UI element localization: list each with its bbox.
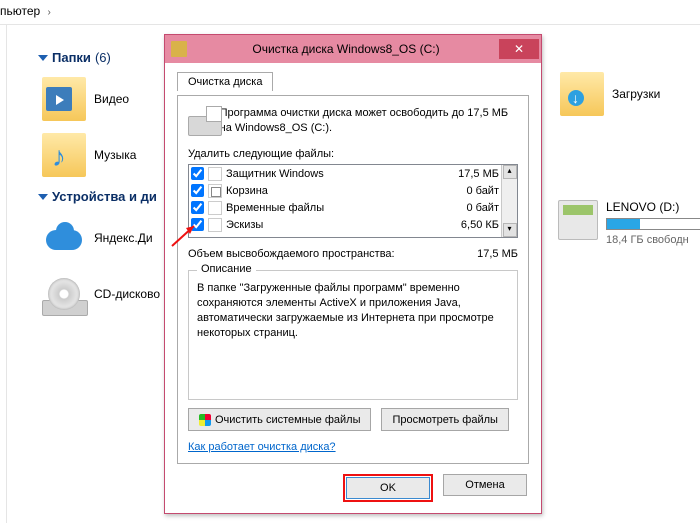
hard-drive-icon <box>558 200 598 240</box>
breadcrumb[interactable]: пьютер › <box>0 4 55 18</box>
cancel-button[interactable]: Отмена <box>443 474 527 496</box>
shield-icon <box>199 414 211 426</box>
description-box: Описание В папке "Загруженные файлы прог… <box>188 270 518 400</box>
folder-downloads-label: Загрузки <box>612 87 660 101</box>
item-cd-drive-label: CD-дисково <box>94 287 160 301</box>
disc-drive-icon <box>42 272 86 316</box>
file-size: 0 байт <box>466 185 499 197</box>
file-size: 6,50 КБ <box>461 219 499 231</box>
toolbar-divider <box>0 24 700 25</box>
tab-disk-cleanup[interactable]: Очистка диска <box>177 72 273 91</box>
video-folder-icon <box>42 77 86 121</box>
file-name: Эскизы <box>226 219 461 231</box>
close-button[interactable]: ✕ <box>499 39 539 59</box>
caret-down-icon <box>38 55 48 61</box>
file-list: Защитник Windows 17,5 МБ Корзина 0 байт … <box>188 164 518 238</box>
ok-highlight: OK <box>343 474 433 502</box>
drive-lenovo-d[interactable]: LENOVO (D:) 18,4 ГБ свободн <box>558 200 700 246</box>
list-item[interactable]: Эскизы 6,50 КБ <box>189 216 501 233</box>
nav-pane <box>0 25 7 523</box>
clean-system-files-button[interactable]: Очистить системные файлы <box>188 408 371 431</box>
view-files-button[interactable]: Просмотреть файлы <box>381 408 508 431</box>
breadcrumb-item: пьютер <box>0 4 40 18</box>
list-item[interactable]: Защитник Windows 17,5 МБ <box>189 165 501 182</box>
drive-usage-fill <box>607 219 640 229</box>
file-checkbox[interactable] <box>191 218 204 231</box>
caret-down-icon <box>38 194 48 200</box>
scrollbar[interactable]: ▴ ▾ <box>501 165 517 237</box>
ok-button[interactable]: OK <box>346 477 430 499</box>
file-name: Защитник Windows <box>226 168 458 180</box>
music-folder-icon <box>42 133 86 177</box>
list-item[interactable]: Временные файлы 0 байт <box>189 199 501 216</box>
group-devices-title: Устройства и ди <box>52 189 157 204</box>
file-size: 17,5 МБ <box>458 168 499 180</box>
scroll-up-icon[interactable]: ▴ <box>503 165 517 179</box>
drive-free-text: 18,4 ГБ свободн <box>606 234 700 246</box>
view-files-label: Просмотреть файлы <box>392 414 497 426</box>
item-yandex-disk-label: Яндекс.Ди <box>94 231 153 245</box>
file-icon <box>208 218 222 232</box>
intro-text: Программа очистки диска может освободить… <box>220 106 518 136</box>
file-checkbox[interactable] <box>191 201 204 214</box>
folder-video-label: Видео <box>94 92 129 106</box>
group-folders-title: Папки <box>52 50 91 65</box>
description-text: В папке "Загруженные файлы программ" вре… <box>197 281 509 340</box>
disk-cleanup-dialog: Очистка диска Windows8_OS (C:) ✕ Очистка… <box>164 34 542 514</box>
file-icon <box>208 201 222 215</box>
description-legend: Описание <box>197 263 256 275</box>
disk-cleanup-icon <box>171 41 187 57</box>
file-name: Корзина <box>226 185 466 197</box>
drive-usage-bar <box>606 218 700 230</box>
file-checkbox[interactable] <box>191 167 204 180</box>
total-value: 17,5 МБ <box>477 248 518 260</box>
file-size: 0 байт <box>466 202 499 214</box>
help-link[interactable]: Как работает очистка диска? <box>188 441 336 453</box>
recycle-bin-icon <box>208 184 222 198</box>
cloud-icon <box>42 216 86 260</box>
dialog-title: Очистка диска Windows8_OS (C:) <box>193 42 499 56</box>
chevron-right-icon: › <box>48 7 51 18</box>
file-name: Временные файлы <box>226 202 466 214</box>
downloads-folder-icon <box>560 72 604 116</box>
tab-panel: Программа очистки диска может освободить… <box>177 95 529 464</box>
scroll-down-icon[interactable]: ▾ <box>503 223 517 237</box>
list-item[interactable]: Корзина 0 байт <box>189 182 501 199</box>
group-folders-count: (6) <box>95 50 111 65</box>
dialog-titlebar[interactable]: Очистка диска Windows8_OS (C:) ✕ <box>165 35 541 63</box>
folder-music-label: Музыка <box>94 148 136 162</box>
file-list-label: Удалить следующие файлы: <box>188 148 518 160</box>
file-icon <box>208 167 222 181</box>
file-checkbox[interactable] <box>191 184 204 197</box>
drive-name: LENOVO (D:) <box>606 200 700 214</box>
drive-report-icon <box>188 106 212 138</box>
folder-downloads[interactable]: Загрузки <box>558 66 700 122</box>
total-label: Объем высвобождаемого пространства: <box>188 248 395 260</box>
clean-system-files-label: Очистить системные файлы <box>215 414 360 426</box>
